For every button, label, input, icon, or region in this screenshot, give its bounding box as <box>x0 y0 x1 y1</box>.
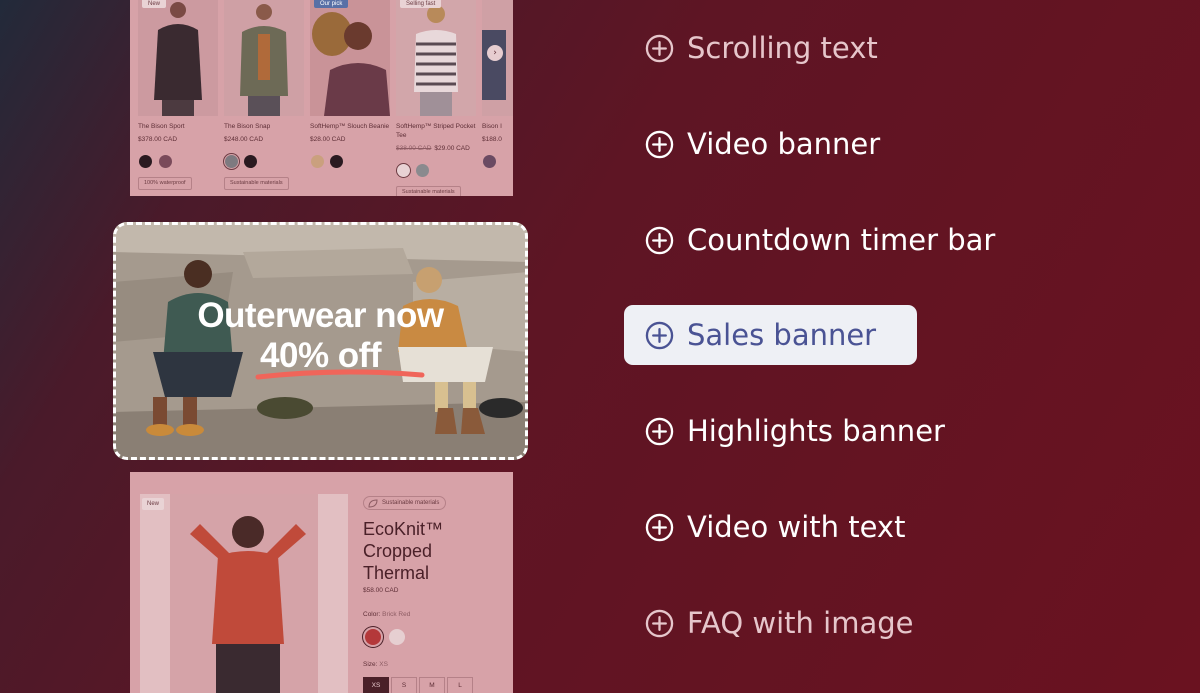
plus-circle-icon <box>645 609 674 637</box>
menu-item-faq-with-image[interactable]: FAQ with image <box>645 603 913 643</box>
menu-item-scrolling-text[interactable]: Scrolling text <box>645 28 878 68</box>
product-price: $38.00 CAD $29.00 CAD <box>396 145 470 152</box>
product-image: Our pick <box>310 0 390 116</box>
selection-outline <box>113 222 528 460</box>
color-value: Brick Red <box>382 611 411 618</box>
menu-item-highlights-banner[interactable]: Highlights banner <box>645 411 945 451</box>
size-label: Size: XS <box>363 661 388 668</box>
plus-circle-icon <box>645 513 674 541</box>
product-sale-price: $29.00 CAD <box>434 145 470 152</box>
product-detail-preview: New Sustainable materials EcoKnit™ Cropp… <box>130 472 513 693</box>
feature-tag: Sustainable materials <box>224 177 289 190</box>
product-badge: New <box>142 0 167 8</box>
color-swatch[interactable] <box>389 629 405 645</box>
color-swatch[interactable] <box>416 164 429 177</box>
leaf-icon <box>368 499 378 508</box>
menu-item-video-with-text[interactable]: Video with text <box>645 507 905 547</box>
size-option-s[interactable]: S <box>391 677 417 693</box>
product-badge: Our pick <box>314 0 349 8</box>
size-label-text: Size: <box>363 661 378 668</box>
feature-tag: Sustainable materials <box>396 186 461 196</box>
menu-item-label: Video banner <box>687 127 881 161</box>
product-price: $28.00 CAD <box>310 136 346 143</box>
menu-item-countdown-timer-bar[interactable]: Countdown timer bar <box>645 220 995 260</box>
menu-item-label: Countdown timer bar <box>687 223 996 257</box>
product-old-price: $38.00 CAD <box>396 145 432 152</box>
color-label-text: Color: <box>363 611 381 618</box>
color-swatch[interactable] <box>311 155 324 168</box>
product-image: Selling fast <box>396 0 476 116</box>
size-option-m[interactable]: M <box>419 677 445 693</box>
color-swatch[interactable] <box>159 155 172 168</box>
product-price: $248.00 CAD <box>224 136 264 143</box>
feature-tag: 100% waterproof <box>138 177 192 190</box>
product-grid-preview: New The Bison Sport $378.00 CAD The Biso… <box>130 0 513 196</box>
menu-item-sales-banner[interactable]: Sales banner <box>624 305 917 365</box>
size-value: XS <box>379 661 388 668</box>
product-price: $188.0 <box>482 136 502 143</box>
color-swatch[interactable] <box>330 155 343 168</box>
carousel-next-button[interactable]: › <box>487 45 503 61</box>
size-option-l[interactable]: L <box>447 677 473 693</box>
product-image: New <box>138 0 218 116</box>
plus-circle-icon <box>645 321 674 349</box>
sales-banner-preview[interactable]: Outerwear now 40% off <box>113 222 528 460</box>
product-name: SoftHemp™ Slouch Beanie <box>310 123 390 130</box>
product-badge: New <box>142 498 165 510</box>
product-badge: Selling fast <box>400 0 442 8</box>
plus-circle-icon <box>645 130 674 158</box>
menu-item-label: Video with text <box>687 510 906 544</box>
product-name: Bison I <box>482 123 502 130</box>
product-price: $58.00 CAD <box>363 587 399 594</box>
color-swatch[interactable] <box>244 155 257 168</box>
color-swatch[interactable] <box>397 164 410 177</box>
menu-item-label: Scrolling text <box>687 31 878 65</box>
menu-item-label: Sales banner <box>687 318 877 352</box>
plus-circle-icon <box>645 417 674 445</box>
color-swatch-brick-red[interactable] <box>365 629 381 645</box>
plus-circle-icon <box>645 226 674 254</box>
menu-item-video-banner[interactable]: Video banner <box>645 124 880 164</box>
size-option-xs[interactable]: XS <box>363 677 389 693</box>
color-swatch[interactable] <box>483 155 496 168</box>
product-price: $378.00 CAD <box>138 136 178 143</box>
product-name: SoftHemp™ Striped Pocket Tee <box>396 123 476 139</box>
product-name: The Bison Sport <box>138 123 185 130</box>
menu-item-label: Highlights banner <box>687 414 945 448</box>
product-title: EcoKnit™ Cropped Thermal <box>363 519 444 583</box>
color-swatch[interactable] <box>225 155 238 168</box>
product-image <box>224 0 304 116</box>
color-swatch[interactable] <box>139 155 152 168</box>
plus-circle-icon <box>645 34 674 62</box>
color-label: Color: Brick Red <box>363 611 410 618</box>
menu-item-label: FAQ with image <box>687 606 914 640</box>
product-name: The Bison Snap <box>224 123 271 130</box>
product-image <box>140 494 348 693</box>
